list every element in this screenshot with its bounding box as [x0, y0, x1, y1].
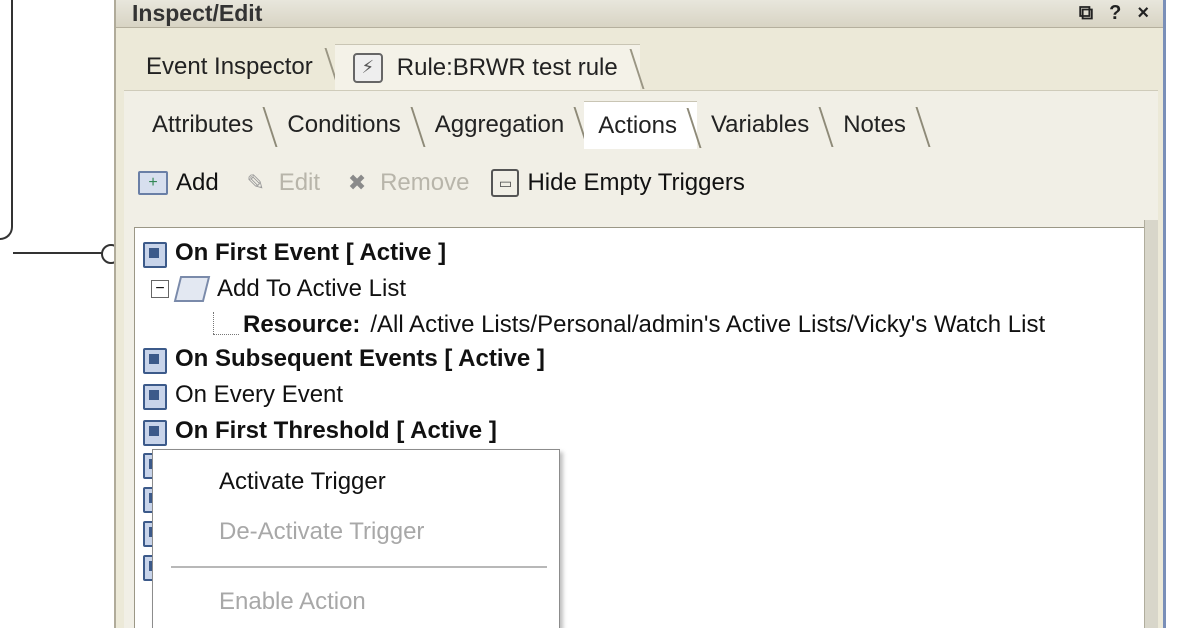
tab-label: Conditions [287, 111, 401, 138]
pencil-icon: ✎ [246, 170, 265, 195]
action-add-to-active-list[interactable]: − Add To Active List [151, 272, 406, 306]
tab-event-inspector[interactable]: Event Inspector [128, 44, 335, 90]
remove-button[interactable]: ✖ Remove [342, 169, 470, 197]
collapse-icon[interactable]: − [151, 280, 169, 298]
trigger-icon [141, 345, 169, 374]
trigger-on-first-threshold[interactable]: On First Threshold [ Active ] [141, 414, 497, 448]
tab-label: Attributes [152, 111, 254, 138]
tab-conditions[interactable]: Conditions [273, 101, 420, 149]
menu-item-deactivate-trigger[interactable]: De-Activate Trigger [219, 518, 424, 546]
bolt-icon: ⚡ [352, 52, 383, 83]
outer-tab-bar: Event Inspector ⚡ Rule:BRWR test rule [128, 40, 640, 90]
tab-aggregation[interactable]: Aggregation [421, 101, 584, 149]
tab-notes[interactable]: Notes [829, 101, 926, 149]
context-menu: Activate Trigger De-Activate Trigger Ena… [152, 449, 560, 628]
help-icon[interactable]: ? [1109, 2, 1121, 25]
panel-title: Inspect/Edit [132, 0, 263, 26]
add-icon: + [138, 171, 168, 195]
actions-toolbar: + Add ✎ Edit ✖ Remove ▭ Hide Empty Trigg… [138, 161, 745, 205]
titlebar-icons: ⧉ ? × [1079, 2, 1149, 25]
tab-label: Actions [598, 111, 677, 139]
tab-attributes[interactable]: Attributes [138, 101, 273, 149]
vertical-scrollbar[interactable] [1144, 220, 1158, 628]
tab-label: Variables [710, 111, 810, 138]
close-icon[interactable]: × [1137, 2, 1149, 25]
action-label: Add To Active List [217, 275, 406, 302]
add-button[interactable]: + Add [138, 169, 219, 197]
tab-rule[interactable]: ⚡ Rule:BRWR test rule [334, 44, 640, 90]
tab-actions[interactable]: Actions [584, 101, 697, 149]
tab-variables[interactable]: Variables [697, 101, 829, 149]
tree-connector [213, 334, 239, 335]
trigger-on-subsequent-events[interactable]: On Subsequent Events [ Active ] [141, 342, 545, 376]
trigger-label: On First Threshold [ Active ] [175, 417, 497, 444]
menu-separator [171, 566, 547, 568]
trigger-on-every-event[interactable]: On Every Event [141, 378, 343, 412]
restore-icon[interactable]: ⧉ [1079, 2, 1093, 25]
connector-line-horizontal [13, 238, 103, 254]
trigger-icon [141, 239, 169, 268]
tab-label: Notes [843, 111, 906, 138]
trigger-icon [141, 381, 169, 410]
panel-titlebar: Inspect/Edit ⧉ ? × [116, 0, 1163, 28]
menu-item-activate-trigger[interactable]: Activate Trigger [219, 468, 386, 496]
tab-label: Event Inspector [146, 53, 313, 80]
trigger-icon [141, 417, 169, 446]
resource-label: Resource: [243, 311, 361, 338]
trigger-label: On Every Event [175, 381, 344, 408]
tab-label: Rule:BRWR test rule [396, 53, 618, 81]
resource-value: /All Active Lists/Personal/admin's Activ… [370, 311, 1046, 338]
trigger-label: On First Event [ Active ] [175, 239, 447, 266]
add-label: Add [176, 169, 219, 196]
resource-row[interactable]: Resource: /All Active Lists/Personal/adm… [243, 308, 1045, 342]
edit-label: Edit [278, 169, 321, 196]
hide-triggers-icon: ▭ [491, 169, 520, 197]
trigger-label: On Subsequent Events [ Active ] [175, 345, 545, 372]
inner-tab-bar: Attributes Conditions Aggregation Action… [138, 97, 926, 149]
connector-line [0, 0, 13, 240]
hide-empty-triggers-button[interactable]: ▭ Hide Empty Triggers [491, 169, 745, 197]
action-icon [173, 276, 211, 302]
edit-button[interactable]: ✎ Edit [241, 169, 320, 197]
hide-empty-triggers-label: Hide Empty Triggers [527, 169, 745, 196]
trigger-on-first-event[interactable]: On First Event [ Active ] [141, 236, 446, 270]
tab-label: Aggregation [434, 111, 565, 138]
tree-connector [213, 312, 214, 334]
menu-item-enable-action[interactable]: Enable Action [219, 588, 366, 616]
remove-label: Remove [380, 169, 470, 196]
remove-x-icon: ✖ [347, 170, 367, 195]
